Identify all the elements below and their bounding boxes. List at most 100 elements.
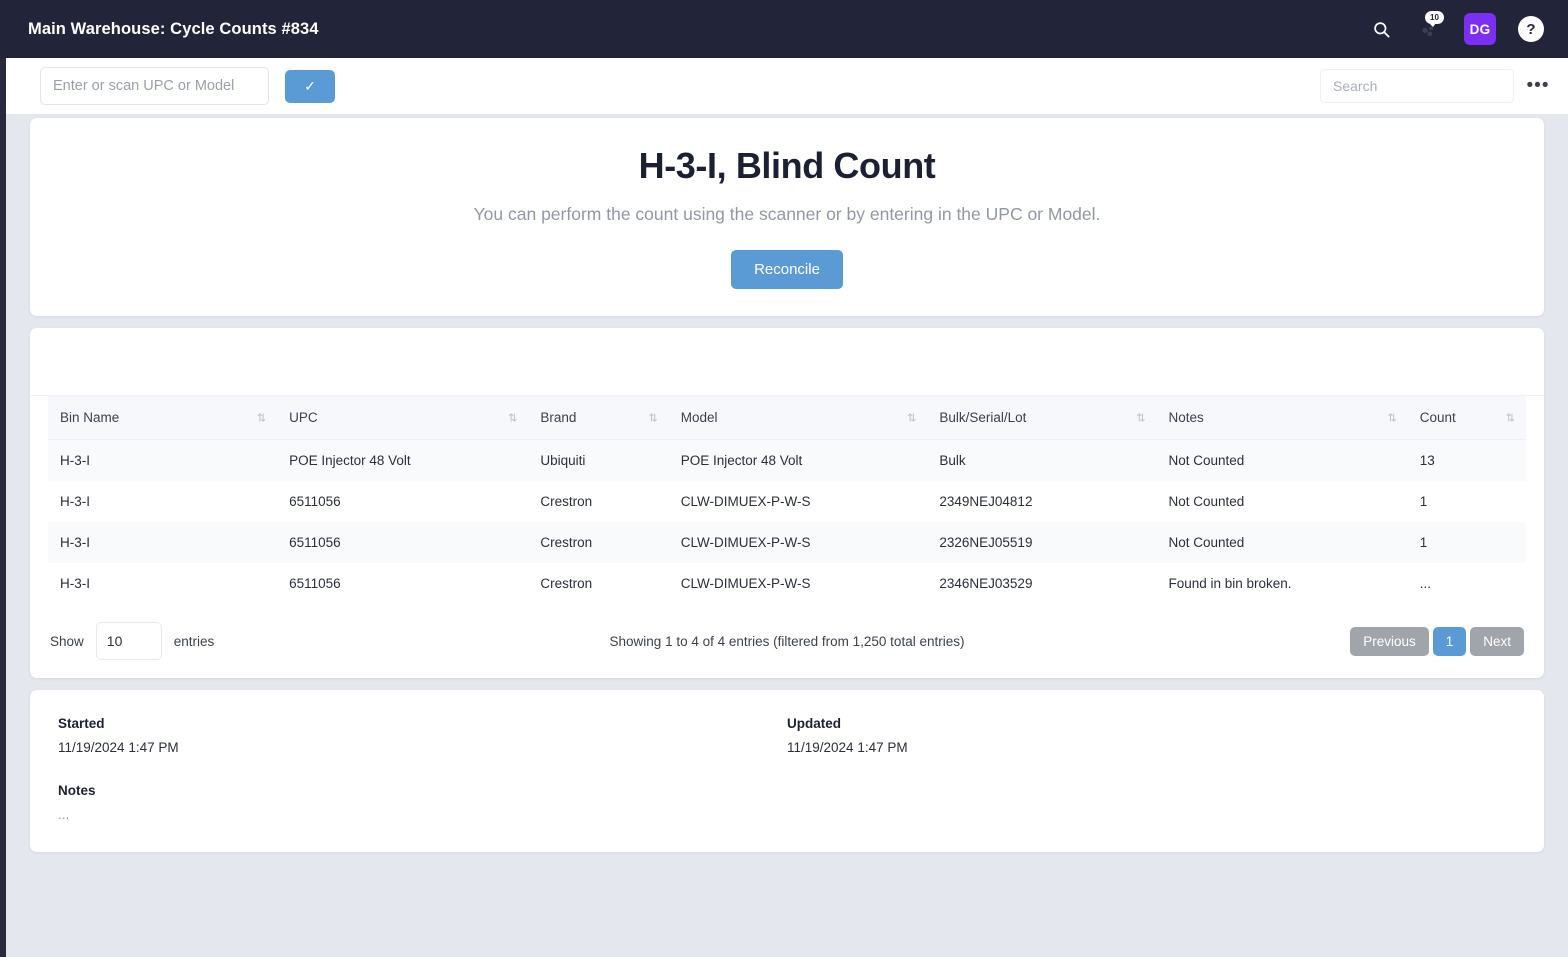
col-label-brand: Brand bbox=[540, 410, 576, 425]
cell-count[interactable]: ... bbox=[1408, 563, 1526, 604]
sort-icon: ⇅ bbox=[257, 411, 265, 424]
main-content: H-3-I, Blind Count You can perform the c… bbox=[6, 114, 1568, 957]
cell-model[interactable]: CLW-DIMUEX-P-W-S bbox=[669, 522, 928, 563]
col-label-upc: UPC bbox=[289, 410, 318, 425]
cell-brand[interactable]: Crestron bbox=[528, 563, 668, 604]
count-table: Bin Name ⇅ UPC ⇅ Brand ⇅ bbox=[48, 396, 1526, 604]
sort-icon: ⇅ bbox=[1387, 411, 1395, 424]
cell-brand[interactable]: Crestron bbox=[528, 522, 668, 563]
table-footer: Show entries Showing 1 to 4 of 4 entries… bbox=[30, 604, 1544, 666]
pagination-previous-button[interactable]: Previous bbox=[1350, 627, 1429, 656]
notes-label: Notes bbox=[58, 783, 1516, 798]
show-label: Show bbox=[50, 634, 84, 649]
updated-column: Updated 11/19/2024 1:47 PM bbox=[787, 716, 1516, 755]
table-row[interactable]: H-3-I 6511056 Crestron CLW-DIMUEX-P-W-S … bbox=[48, 522, 1526, 563]
started-value: 11/19/2024 1:47 PM bbox=[58, 740, 787, 755]
cell-bin-name: H-3-I bbox=[48, 563, 277, 604]
table-row[interactable]: H-3-I 6511056 Crestron CLW-DIMUEX-P-W-S … bbox=[48, 481, 1526, 522]
started-label: Started bbox=[58, 716, 787, 731]
cell-upc[interactable]: 6511056 bbox=[277, 481, 528, 522]
reconcile-button[interactable]: Reconcile bbox=[731, 250, 843, 289]
cell-count[interactable]: 1 bbox=[1408, 522, 1526, 563]
cell-bulk-serial-lot: 2326NEJ05519 bbox=[927, 522, 1156, 563]
notifications-icon[interactable]: 10 bbox=[1416, 16, 1442, 42]
top-navbar: Main Warehouse: Cycle Counts #834 10 DG … bbox=[0, 0, 1568, 58]
showing-entries-info: Showing 1 to 4 of 4 entries (filtered fr… bbox=[30, 634, 1544, 649]
cell-upc[interactable]: 6511056 bbox=[277, 563, 528, 604]
cell-brand[interactable]: Ubiquiti bbox=[528, 440, 668, 482]
started-column: Started 11/19/2024 1:47 PM bbox=[58, 716, 787, 755]
cell-notes[interactable]: Not Counted bbox=[1156, 481, 1407, 522]
col-header-model[interactable]: Model ⇅ bbox=[669, 396, 928, 440]
updated-label: Updated bbox=[787, 716, 1516, 731]
scan-input[interactable] bbox=[40, 67, 269, 105]
scan-toolbar: ✓ ••• bbox=[6, 58, 1568, 114]
col-header-brand[interactable]: Brand ⇅ bbox=[528, 396, 668, 440]
pagination-next-button[interactable]: Next bbox=[1470, 627, 1524, 656]
entries-label: entries bbox=[174, 634, 215, 649]
cell-bin-name: H-3-I bbox=[48, 522, 277, 563]
table-wrapper: Bin Name ⇅ UPC ⇅ Brand ⇅ bbox=[30, 396, 1544, 604]
count-table-card: Bin Name ⇅ UPC ⇅ Brand ⇅ bbox=[30, 328, 1544, 678]
cell-model[interactable]: POE Injector 48 Volt bbox=[669, 440, 928, 482]
cell-count[interactable]: 1 bbox=[1408, 481, 1526, 522]
app-root: Main Warehouse: Cycle Counts #834 10 DG … bbox=[0, 0, 1568, 957]
cell-notes[interactable]: Found in bin broken. bbox=[1156, 563, 1407, 604]
col-header-notes[interactable]: Notes ⇅ bbox=[1156, 396, 1407, 440]
avatar[interactable]: DG bbox=[1464, 13, 1496, 45]
cell-bin-name: H-3-I bbox=[48, 481, 277, 522]
sort-icon: ⇅ bbox=[508, 411, 516, 424]
table-row[interactable]: H-3-I 6511056 Crestron CLW-DIMUEX-P-W-S … bbox=[48, 563, 1526, 604]
updated-value: 11/19/2024 1:47 PM bbox=[787, 740, 1516, 755]
col-header-count[interactable]: Count ⇅ bbox=[1408, 396, 1526, 440]
col-label-count: Count bbox=[1420, 410, 1456, 425]
cell-bin-name: H-3-I bbox=[48, 440, 277, 482]
cell-notes[interactable]: Not Counted bbox=[1156, 522, 1407, 563]
overflow-menu-button[interactable]: ••• bbox=[1522, 70, 1554, 102]
help-icon[interactable]: ? bbox=[1518, 16, 1544, 42]
sort-icon: ⇅ bbox=[1136, 411, 1144, 424]
col-header-bulk-serial-lot[interactable]: Bulk/Serial/Lot ⇅ bbox=[927, 396, 1156, 440]
page-length-input[interactable] bbox=[96, 622, 162, 660]
table-header-row: Bin Name ⇅ UPC ⇅ Brand ⇅ bbox=[48, 396, 1526, 440]
col-label-model: Model bbox=[681, 410, 718, 425]
col-label-bin-name: Bin Name bbox=[60, 410, 119, 425]
toolbar-right-group: ••• bbox=[1320, 69, 1554, 103]
sort-icon: ⇅ bbox=[907, 411, 915, 424]
col-header-upc[interactable]: UPC ⇅ bbox=[277, 396, 528, 440]
col-header-bin-name[interactable]: Bin Name ⇅ bbox=[48, 396, 277, 440]
pagination-page-1-button[interactable]: 1 bbox=[1433, 627, 1467, 656]
count-details-card: Started 11/19/2024 1:47 PM Updated 11/19… bbox=[30, 690, 1544, 852]
notes-block: Notes ... bbox=[58, 783, 1516, 822]
bin-count-heading: H-3-I, Blind Count bbox=[639, 145, 936, 187]
cell-upc[interactable]: POE Injector 48 Volt bbox=[277, 440, 528, 482]
cell-notes[interactable]: Not Counted bbox=[1156, 440, 1407, 482]
table-head: Bin Name ⇅ UPC ⇅ Brand ⇅ bbox=[48, 396, 1526, 440]
blind-count-hero-card: H-3-I, Blind Count You can perform the c… bbox=[30, 118, 1544, 316]
page-length-group: Show entries bbox=[50, 622, 214, 660]
cell-bulk-serial-lot: 2346NEJ03529 bbox=[927, 563, 1156, 604]
cell-bulk-serial-lot: 2349NEJ04812 bbox=[927, 481, 1156, 522]
page-title: Main Warehouse: Cycle Counts #834 bbox=[28, 20, 319, 39]
navbar-actions: 10 DG ? bbox=[1368, 13, 1544, 45]
table-body: H-3-I POE Injector 48 Volt Ubiquiti POE … bbox=[48, 440, 1526, 605]
notification-count-badge: 10 bbox=[1425, 11, 1444, 24]
cell-model[interactable]: CLW-DIMUEX-P-W-S bbox=[669, 481, 928, 522]
search-input[interactable] bbox=[1320, 69, 1514, 103]
cell-upc[interactable]: 6511056 bbox=[277, 522, 528, 563]
col-label-bulk-serial-lot: Bulk/Serial/Lot bbox=[939, 410, 1026, 425]
pagination: Previous 1 Next bbox=[1350, 627, 1524, 656]
notes-value: ... bbox=[58, 807, 1516, 822]
cell-model[interactable]: CLW-DIMUEX-P-W-S bbox=[669, 563, 928, 604]
cell-brand[interactable]: Crestron bbox=[528, 481, 668, 522]
sort-icon: ⇅ bbox=[649, 411, 657, 424]
table-card-header bbox=[30, 328, 1544, 396]
table-row[interactable]: H-3-I POE Injector 48 Volt Ubiquiti POE … bbox=[48, 440, 1526, 482]
sort-icon: ⇅ bbox=[1506, 411, 1514, 424]
search-icon[interactable] bbox=[1368, 16, 1394, 42]
cell-count[interactable]: 13 bbox=[1408, 440, 1526, 482]
col-label-notes: Notes bbox=[1168, 410, 1203, 425]
collapsed-sidebar-rail[interactable] bbox=[0, 0, 6, 957]
bin-count-subtitle: You can perform the count using the scan… bbox=[474, 201, 1101, 228]
scan-confirm-button[interactable]: ✓ bbox=[285, 70, 335, 103]
